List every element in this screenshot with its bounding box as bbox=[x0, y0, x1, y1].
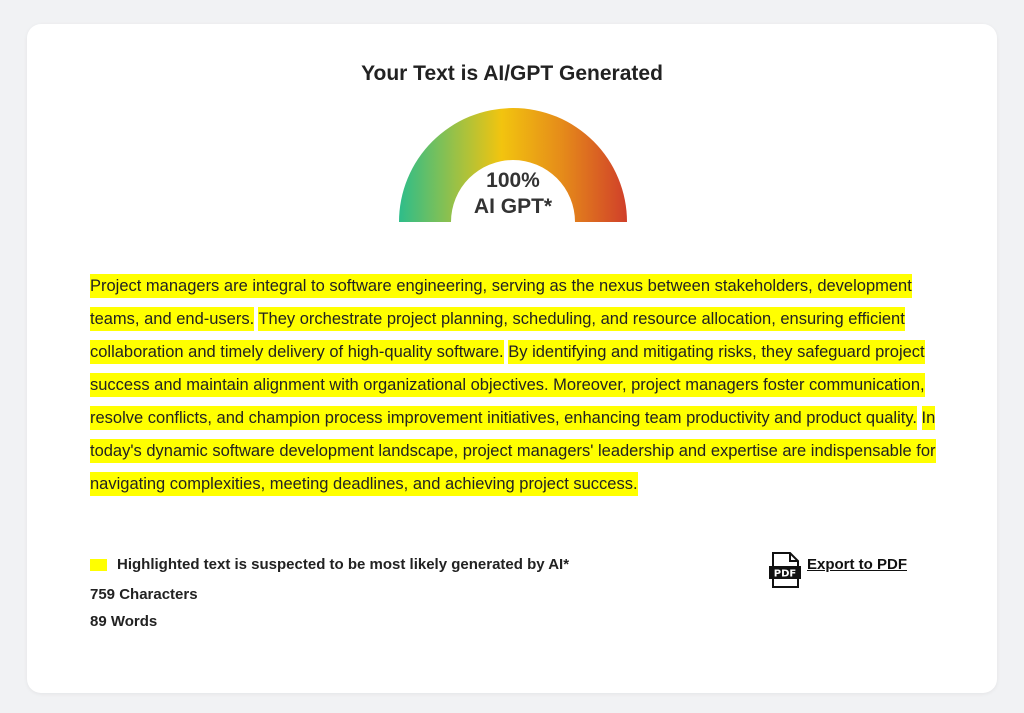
analyzed-text: Project managers are integral to softwar… bbox=[90, 270, 950, 501]
gauge-percent: 100% bbox=[486, 169, 540, 192]
character-count: 759 Characters bbox=[90, 586, 198, 603]
gauge-label: AI GPT* bbox=[473, 195, 553, 218]
word-count: 89 Words bbox=[90, 613, 158, 630]
pdf-icon-text: PDF bbox=[774, 569, 796, 580]
legend-text: Highlighted text is suspected to be most… bbox=[117, 556, 570, 573]
pdf-file-icon: PDF bbox=[769, 552, 801, 588]
result-card: Your Text is AI/GPT Generated 100% AI GP… bbox=[27, 24, 997, 693]
highlight-legend: Highlighted text is suspected to be most… bbox=[90, 556, 569, 573]
ai-score-gauge: 100% AI GPT* bbox=[399, 108, 627, 224]
export-pdf-button[interactable]: PDF Export to PDF bbox=[769, 552, 907, 588]
result-title: Your Text is AI/GPT Generated bbox=[361, 62, 663, 85]
gauge-readout: 100% AI GPT* bbox=[399, 168, 627, 220]
export-pdf-label: Export to PDF bbox=[807, 556, 907, 573]
legend-swatch bbox=[90, 558, 107, 571]
